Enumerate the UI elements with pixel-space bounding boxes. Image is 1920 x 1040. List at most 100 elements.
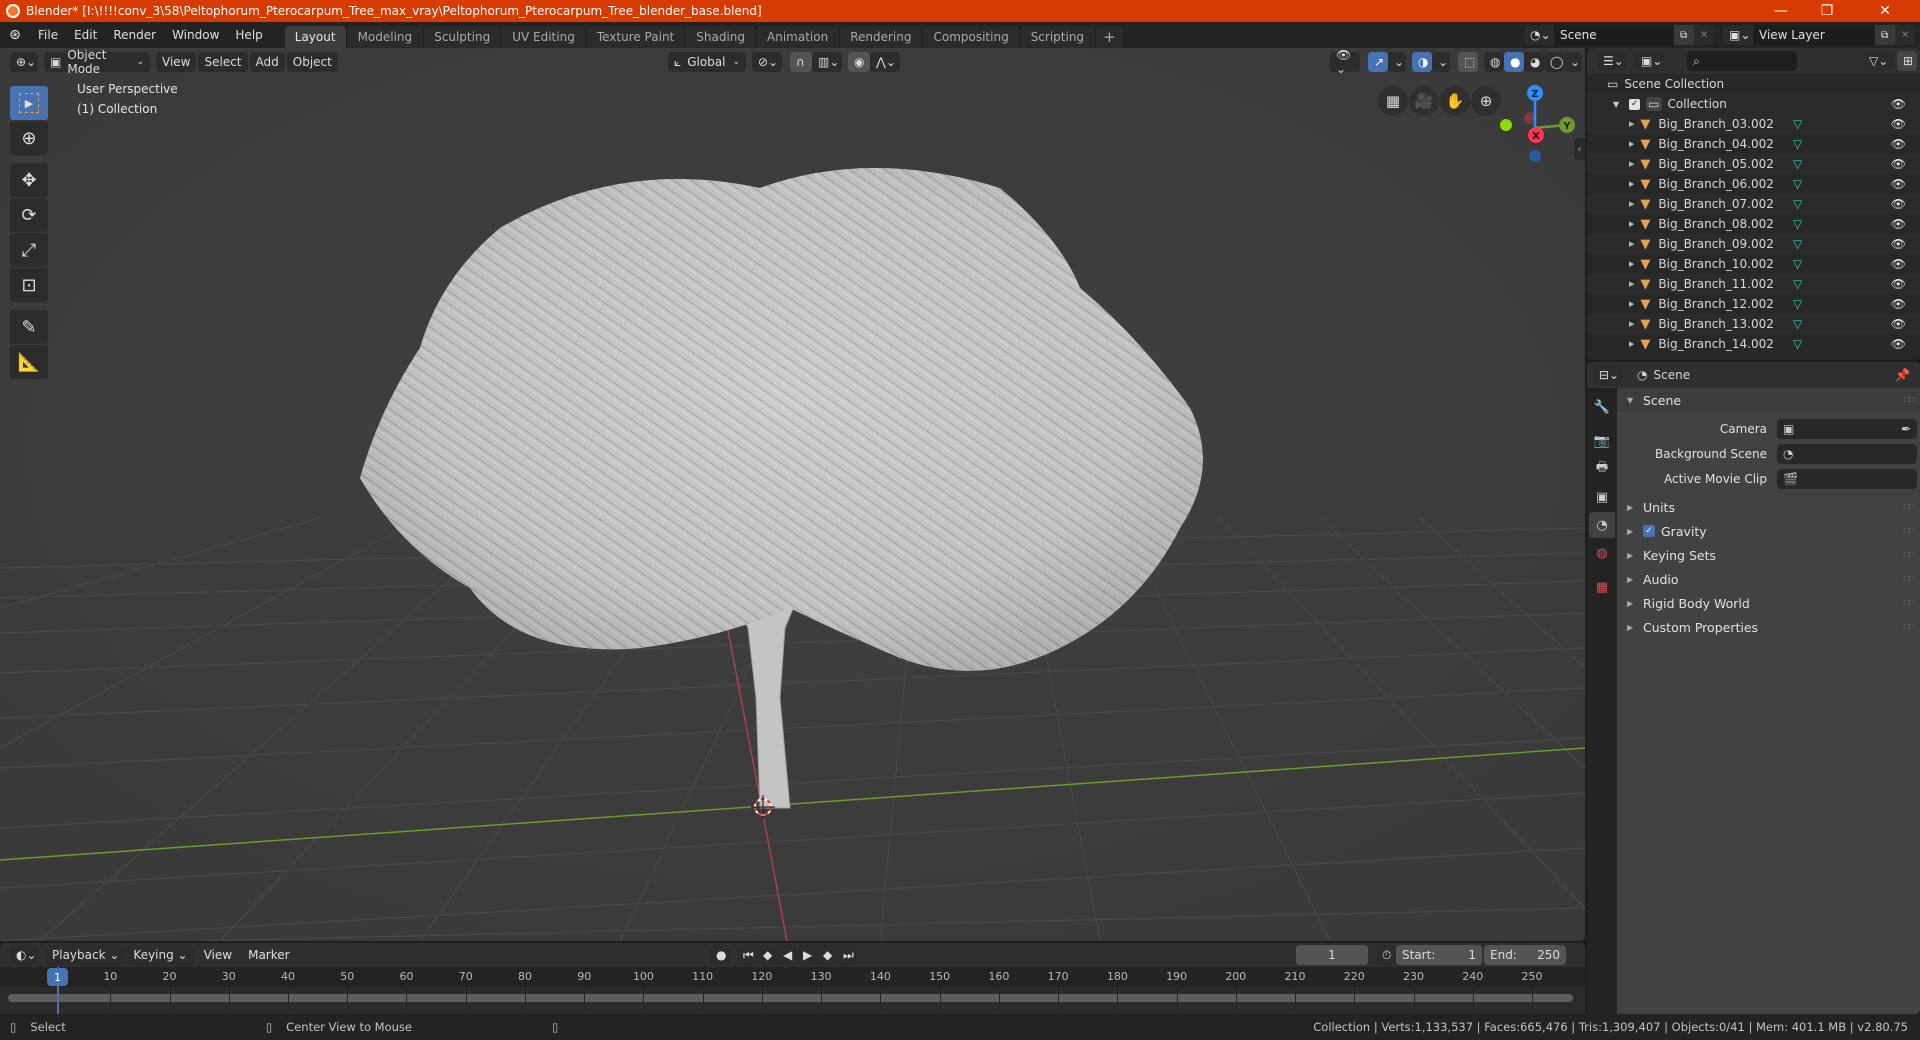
outliner-item[interactable]: ▶ ▼ Big_Branch_03.002 ▽ 👁	[1587, 114, 1920, 134]
jump-start-button[interactable]: ⏮	[737, 945, 757, 965]
rendered-shading-button[interactable]: ◯	[1544, 52, 1564, 72]
mesh-data-icon[interactable]: ▽	[1793, 197, 1802, 211]
wireframe-shading-button[interactable]: ◍	[1484, 52, 1504, 72]
eye-icon[interactable]: 👁	[1891, 217, 1906, 231]
keying-menu[interactable]: Keying ⌄	[127, 945, 194, 965]
new-scene-button[interactable]: ⧉	[1674, 25, 1694, 45]
add-workspace-button[interactable]: +	[1096, 26, 1123, 48]
menu-file[interactable]: File	[30, 22, 66, 48]
tab-sculpting[interactable]: Sculpting	[424, 26, 501, 48]
outliner-item[interactable]: ▶ ▼ Big_Branch_10.002 ▽ 👁	[1587, 254, 1920, 274]
background-scene-field[interactable]: ◔	[1777, 443, 1917, 464]
tool-tab[interactable]: 🔧	[1589, 394, 1615, 420]
drag-handle-icon[interactable]: ∷∷	[1903, 395, 1915, 406]
cursor-tool[interactable]: ⊕	[10, 121, 48, 155]
timeline-view-menu[interactable]: View	[196, 943, 240, 967]
expand-icon[interactable]: ▶	[1629, 280, 1634, 288]
jump-end-button[interactable]: ⏭	[837, 945, 857, 965]
panel-custom-properties[interactable]: ▶ Custom Properties ∷∷	[1617, 615, 1920, 639]
scene-tab[interactable]: ◔	[1589, 512, 1615, 538]
drag-handle-icon[interactable]: ∷∷	[1903, 526, 1915, 537]
drag-handle-icon[interactable]: ∷∷	[1903, 574, 1915, 585]
eye-icon[interactable]: 👁	[1891, 157, 1906, 171]
tab-texture-paint[interactable]: Texture Paint	[586, 26, 685, 48]
outliner-item[interactable]: ▶ ▼ Big_Branch_11.002 ▽ 👁	[1587, 274, 1920, 294]
outliner-item[interactable]: ▶ ▼ Big_Branch_05.002 ▽ 👁	[1587, 154, 1920, 174]
eye-icon[interactable]: 👁	[1891, 177, 1906, 191]
mesh-data-icon[interactable]: ▽	[1793, 257, 1802, 271]
outliner-item[interactable]: ▶ ▼ Big_Branch_07.002 ▽ 👁	[1587, 194, 1920, 214]
scene-icon[interactable]: ◔⌄	[1524, 25, 1554, 45]
expand-icon[interactable]: ▶	[1629, 120, 1634, 128]
gizmo-dropdown[interactable]: ⌄	[1388, 52, 1406, 72]
measure-tool[interactable]: 📐	[10, 345, 48, 379]
mesh-data-icon[interactable]: ▽	[1793, 117, 1802, 131]
tab-rendering[interactable]: Rendering	[840, 26, 922, 48]
viewport-menu-view[interactable]: View	[156, 52, 197, 72]
scale-tool[interactable]: ⤢	[10, 233, 48, 267]
mesh-data-icon[interactable]: ▽	[1793, 237, 1802, 251]
move-tool[interactable]: ✥	[10, 163, 48, 197]
drag-handle-icon[interactable]: ∷∷	[1903, 550, 1915, 561]
next-keyframe-button[interactable]: ◆	[817, 945, 837, 965]
eye-icon[interactable]: 👁	[1891, 97, 1906, 111]
expand-icon[interactable]: ▶	[1629, 320, 1634, 328]
output-tab[interactable]: 🖶	[1589, 456, 1615, 482]
pin-icon[interactable]: 📌	[1895, 368, 1910, 382]
start-frame-field[interactable]: Start: 1	[1396, 945, 1482, 965]
record-button[interactable]: ●	[710, 945, 730, 965]
scene-collection-row[interactable]: ▭ Scene Collection	[1587, 74, 1920, 94]
end-frame-field[interactable]: End: 250	[1484, 945, 1566, 965]
mode-dropdown[interactable]: ▣ Object Mode ⌄	[44, 48, 150, 76]
tab-shading[interactable]: Shading	[686, 26, 755, 48]
proportional-edit-toggle[interactable]: ◉	[848, 52, 870, 72]
viewport-menu-object[interactable]: Object	[286, 52, 338, 72]
viewport-menu-add[interactable]: Add	[249, 52, 285, 72]
drag-handle-icon[interactable]: ∷∷	[1903, 502, 1915, 513]
new-collection-button[interactable]: ⊞	[1897, 51, 1917, 71]
properties-editor-type[interactable]: ⊟⌄	[1593, 365, 1623, 385]
mesh-data-icon[interactable]: ▽	[1793, 177, 1802, 191]
tab-uv-editing[interactable]: UV Editing	[502, 26, 585, 48]
timeline-track[interactable]	[0, 987, 1585, 1014]
panel-rigid-body-world[interactable]: ▶ Rigid Body World ∷∷	[1617, 591, 1920, 615]
mesh-data-icon[interactable]: ▽	[1793, 217, 1802, 231]
blender-menu-icon[interactable]: ⊛	[0, 27, 30, 43]
eye-icon[interactable]: 👁	[1891, 237, 1906, 251]
expand-icon[interactable]: ▶	[1629, 240, 1634, 248]
menu-help[interactable]: Help	[227, 22, 270, 48]
outliner-editor-type[interactable]: ☰⌄	[1597, 51, 1627, 71]
timeline-marker-menu[interactable]: Marker	[240, 943, 297, 967]
expand-icon[interactable]: ▶	[1629, 220, 1634, 228]
outliner-item[interactable]: ▶ ▼ Big_Branch_09.002 ▽ 👁	[1587, 234, 1920, 254]
eyedropper-icon[interactable]: ✒	[1901, 422, 1911, 436]
timeline-ruler[interactable]: 10 20 30 40 50 60 70 80 90 100 110 120 130 140 150 160 1…	[0, 967, 1585, 987]
menu-edit[interactable]: Edit	[66, 22, 105, 48]
prev-keyframe-button[interactable]: ◆	[757, 945, 777, 965]
mesh-data-icon[interactable]: ▽	[1793, 277, 1802, 291]
tab-modeling[interactable]: Modeling	[347, 26, 423, 48]
gizmo-neg-y[interactable]	[1500, 119, 1512, 131]
close-button[interactable]: ✕	[1850, 0, 1920, 22]
select-box-tool[interactable]: ▶	[10, 86, 48, 120]
panel-keying-sets[interactable]: ▶ Keying Sets ∷∷	[1617, 543, 1920, 567]
rotate-tool[interactable]: ⟳	[10, 198, 48, 232]
eye-icon[interactable]: 👁	[1891, 277, 1906, 291]
eye-icon[interactable]: 👁	[1891, 117, 1906, 131]
solid-shading-button[interactable]: ●	[1504, 52, 1524, 72]
new-view-layer-button[interactable]: ⧉	[1875, 25, 1895, 45]
overlay-dropdown[interactable]: ⌄	[1432, 52, 1450, 72]
outliner-item[interactable]: ▶ ▼ Big_Branch_12.002 ▽ 👁	[1587, 294, 1920, 314]
mesh-data-icon[interactable]: ▽	[1793, 337, 1802, 351]
menu-window[interactable]: Window	[164, 22, 227, 48]
expand-icon[interactable]: ▶	[1629, 300, 1634, 308]
annotate-tool[interactable]: ✎	[10, 310, 48, 344]
transform-tool[interactable]: ⊡	[10, 268, 48, 302]
drag-handle-icon[interactable]: ∷∷	[1903, 622, 1915, 633]
toggle-perspective-button[interactable]: ▦	[1378, 86, 1408, 116]
playback-menu[interactable]: Playback ⌄	[46, 945, 126, 965]
world-tab[interactable]: ◍	[1589, 540, 1615, 566]
gizmo-neg-z[interactable]	[1529, 150, 1541, 162]
tab-animation[interactable]: Animation	[757, 26, 839, 48]
eye-icon[interactable]: 👁	[1891, 197, 1906, 211]
